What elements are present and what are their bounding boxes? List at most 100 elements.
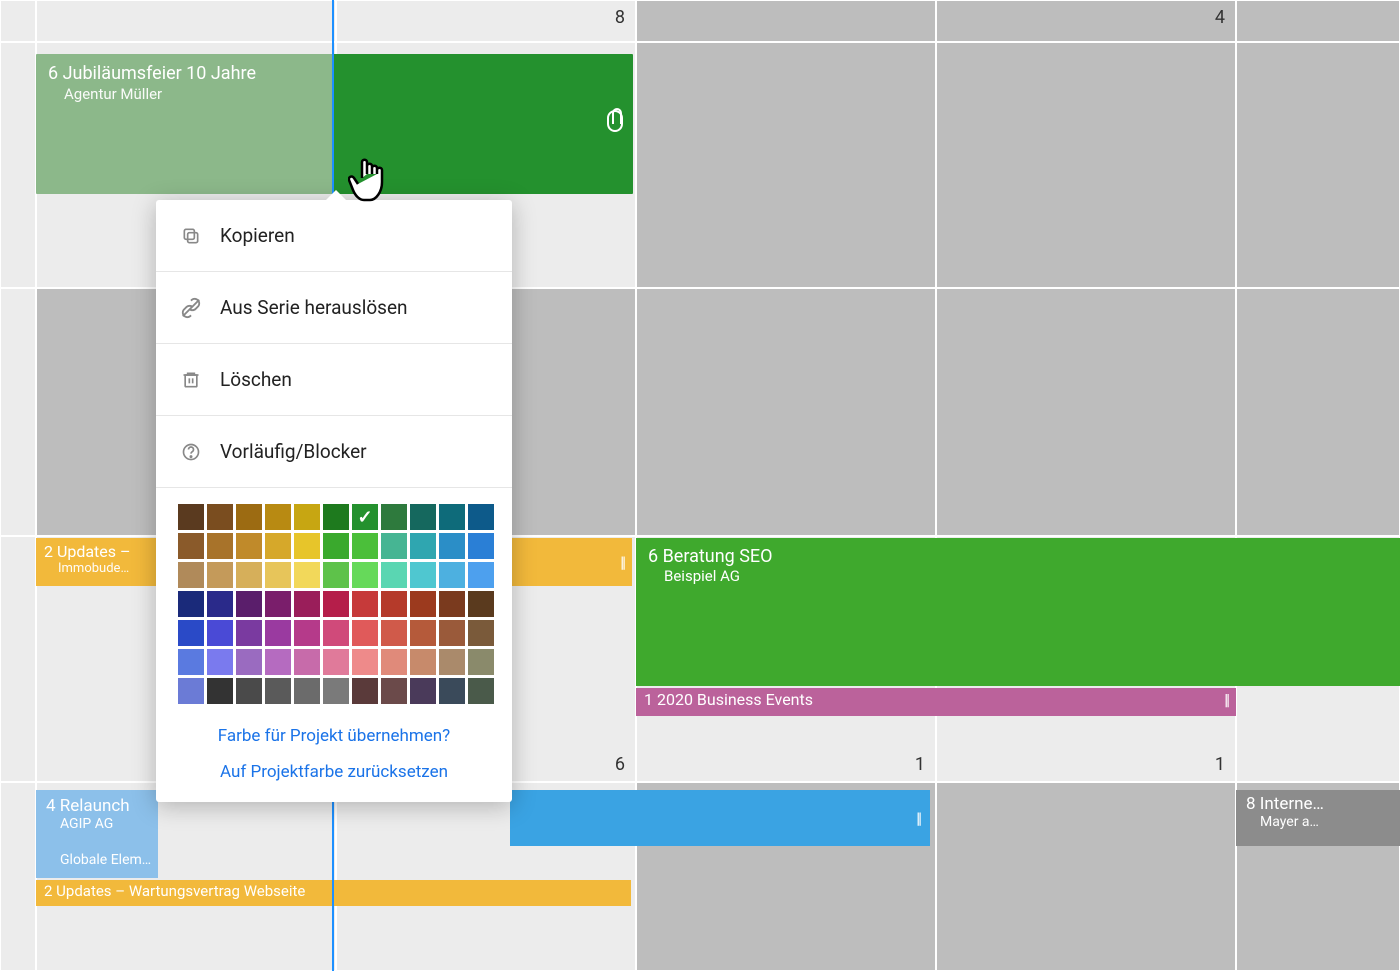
color-swatch[interactable]	[265, 533, 291, 559]
color-swatch[interactable]	[352, 591, 378, 617]
color-swatch[interactable]	[468, 562, 494, 588]
color-swatch[interactable]	[265, 649, 291, 675]
color-swatch[interactable]	[468, 678, 494, 704]
menu-item-copy[interactable]: Kopieren	[156, 200, 512, 272]
color-swatch[interactable]	[439, 620, 465, 646]
color-swatch[interactable]	[207, 533, 233, 559]
color-swatch[interactable]	[381, 533, 407, 559]
color-swatch[interactable]	[352, 620, 378, 646]
event-business-events[interactable]: 1 2020 Business Events ||	[636, 688, 1236, 716]
color-swatch[interactable]	[323, 620, 349, 646]
color-swatch[interactable]	[468, 649, 494, 675]
link-adopt-color[interactable]: Farbe für Projekt übernehmen?	[218, 726, 450, 746]
color-swatch[interactable]	[323, 562, 349, 588]
color-swatch[interactable]	[178, 620, 204, 646]
color-swatch[interactable]	[294, 620, 320, 646]
color-swatch[interactable]	[352, 562, 378, 588]
color-swatch[interactable]	[236, 591, 262, 617]
trash-icon	[180, 369, 202, 391]
color-swatch[interactable]	[178, 678, 204, 704]
color-swatch[interactable]	[323, 591, 349, 617]
menu-item-tentative[interactable]: Vorläufig/Blocker	[156, 416, 512, 488]
color-swatch[interactable]	[410, 533, 436, 559]
color-swatch[interactable]	[294, 562, 320, 588]
color-swatch[interactable]	[207, 591, 233, 617]
event-anniversary-continuation[interactable]	[333, 54, 633, 194]
color-swatch[interactable]	[439, 533, 465, 559]
resize-handle-icon[interactable]: ||	[916, 809, 920, 828]
resize-handle-icon[interactable]: ||	[1224, 690, 1228, 709]
color-picker-section: Farbe für Projekt übernehmen? Auf Projek…	[156, 488, 512, 802]
color-swatch[interactable]	[236, 678, 262, 704]
color-swatch[interactable]	[178, 504, 204, 530]
color-swatch[interactable]	[439, 562, 465, 588]
color-swatch[interactable]	[265, 620, 291, 646]
color-swatch[interactable]	[178, 591, 204, 617]
color-swatch[interactable]	[236, 504, 262, 530]
event-intern[interactable]: 8 Interne… Mayer a…	[1236, 790, 1400, 846]
color-swatch[interactable]	[265, 562, 291, 588]
color-swatch[interactable]	[207, 649, 233, 675]
color-swatch[interactable]	[352, 504, 378, 530]
color-swatch[interactable]	[236, 562, 262, 588]
color-swatch[interactable]	[381, 649, 407, 675]
context-menu: Kopieren Aus Serie herauslösen Löschen V…	[156, 200, 512, 802]
color-swatch[interactable]	[352, 533, 378, 559]
color-swatch[interactable]	[178, 649, 204, 675]
menu-item-unseries[interactable]: Aus Serie herauslösen	[156, 272, 512, 344]
color-swatch[interactable]	[410, 649, 436, 675]
col-number: 1	[915, 754, 925, 775]
color-swatch[interactable]	[294, 678, 320, 704]
color-swatch[interactable]	[178, 533, 204, 559]
color-swatch[interactable]	[410, 504, 436, 530]
color-swatch[interactable]	[381, 591, 407, 617]
color-swatch[interactable]	[468, 533, 494, 559]
event-updates[interactable]: 2 Updates – Immobude…	[36, 538, 162, 586]
color-swatch[interactable]	[178, 562, 204, 588]
menu-item-delete[interactable]: Löschen	[156, 344, 512, 416]
resize-handle-icon[interactable]: ||	[620, 553, 624, 572]
color-swatch[interactable]	[381, 678, 407, 704]
event-strip-yellow[interactable]: ||	[510, 538, 632, 586]
color-swatch[interactable]	[294, 533, 320, 559]
color-swatch[interactable]	[265, 591, 291, 617]
color-swatch[interactable]	[439, 678, 465, 704]
event-anniversary[interactable]: 6 Jubiläumsfeier 10 Jahre Agentur Müller	[36, 54, 333, 194]
color-swatch[interactable]	[323, 533, 349, 559]
color-swatch[interactable]	[410, 591, 436, 617]
color-swatch[interactable]	[323, 649, 349, 675]
color-swatch[interactable]	[294, 504, 320, 530]
color-swatch[interactable]	[265, 504, 291, 530]
event-beratung-seo[interactable]: 6 Beratung SEO Beispiel AG	[636, 538, 1400, 686]
color-swatch[interactable]	[294, 649, 320, 675]
color-swatch[interactable]	[381, 504, 407, 530]
color-swatch[interactable]	[468, 504, 494, 530]
color-swatch[interactable]	[410, 620, 436, 646]
link-reset-color[interactable]: Auf Projektfarbe zurücksetzen	[220, 762, 448, 782]
color-swatch[interactable]	[265, 678, 291, 704]
color-swatch[interactable]	[207, 562, 233, 588]
color-swatch[interactable]	[352, 649, 378, 675]
color-swatch[interactable]	[236, 649, 262, 675]
event-relaunch[interactable]: 4 Relaunch AGIP AG Globale Elem…	[36, 790, 158, 878]
color-swatch[interactable]	[381, 620, 407, 646]
color-swatch[interactable]	[410, 562, 436, 588]
color-swatch[interactable]	[439, 591, 465, 617]
color-swatch[interactable]	[207, 620, 233, 646]
color-swatch[interactable]	[439, 649, 465, 675]
event-blue-bar[interactable]: ||	[510, 790, 930, 846]
color-swatch[interactable]	[323, 678, 349, 704]
color-swatch[interactable]	[207, 678, 233, 704]
color-swatch[interactable]	[468, 620, 494, 646]
header-row: 8 4	[0, 0, 1400, 42]
color-swatch[interactable]	[323, 504, 349, 530]
color-swatch[interactable]	[352, 678, 378, 704]
color-swatch[interactable]	[468, 591, 494, 617]
color-swatch[interactable]	[236, 620, 262, 646]
color-swatch[interactable]	[294, 591, 320, 617]
color-swatch[interactable]	[381, 562, 407, 588]
color-swatch[interactable]	[410, 678, 436, 704]
color-swatch[interactable]	[236, 533, 262, 559]
color-swatch[interactable]	[207, 504, 233, 530]
color-swatch[interactable]	[439, 504, 465, 530]
